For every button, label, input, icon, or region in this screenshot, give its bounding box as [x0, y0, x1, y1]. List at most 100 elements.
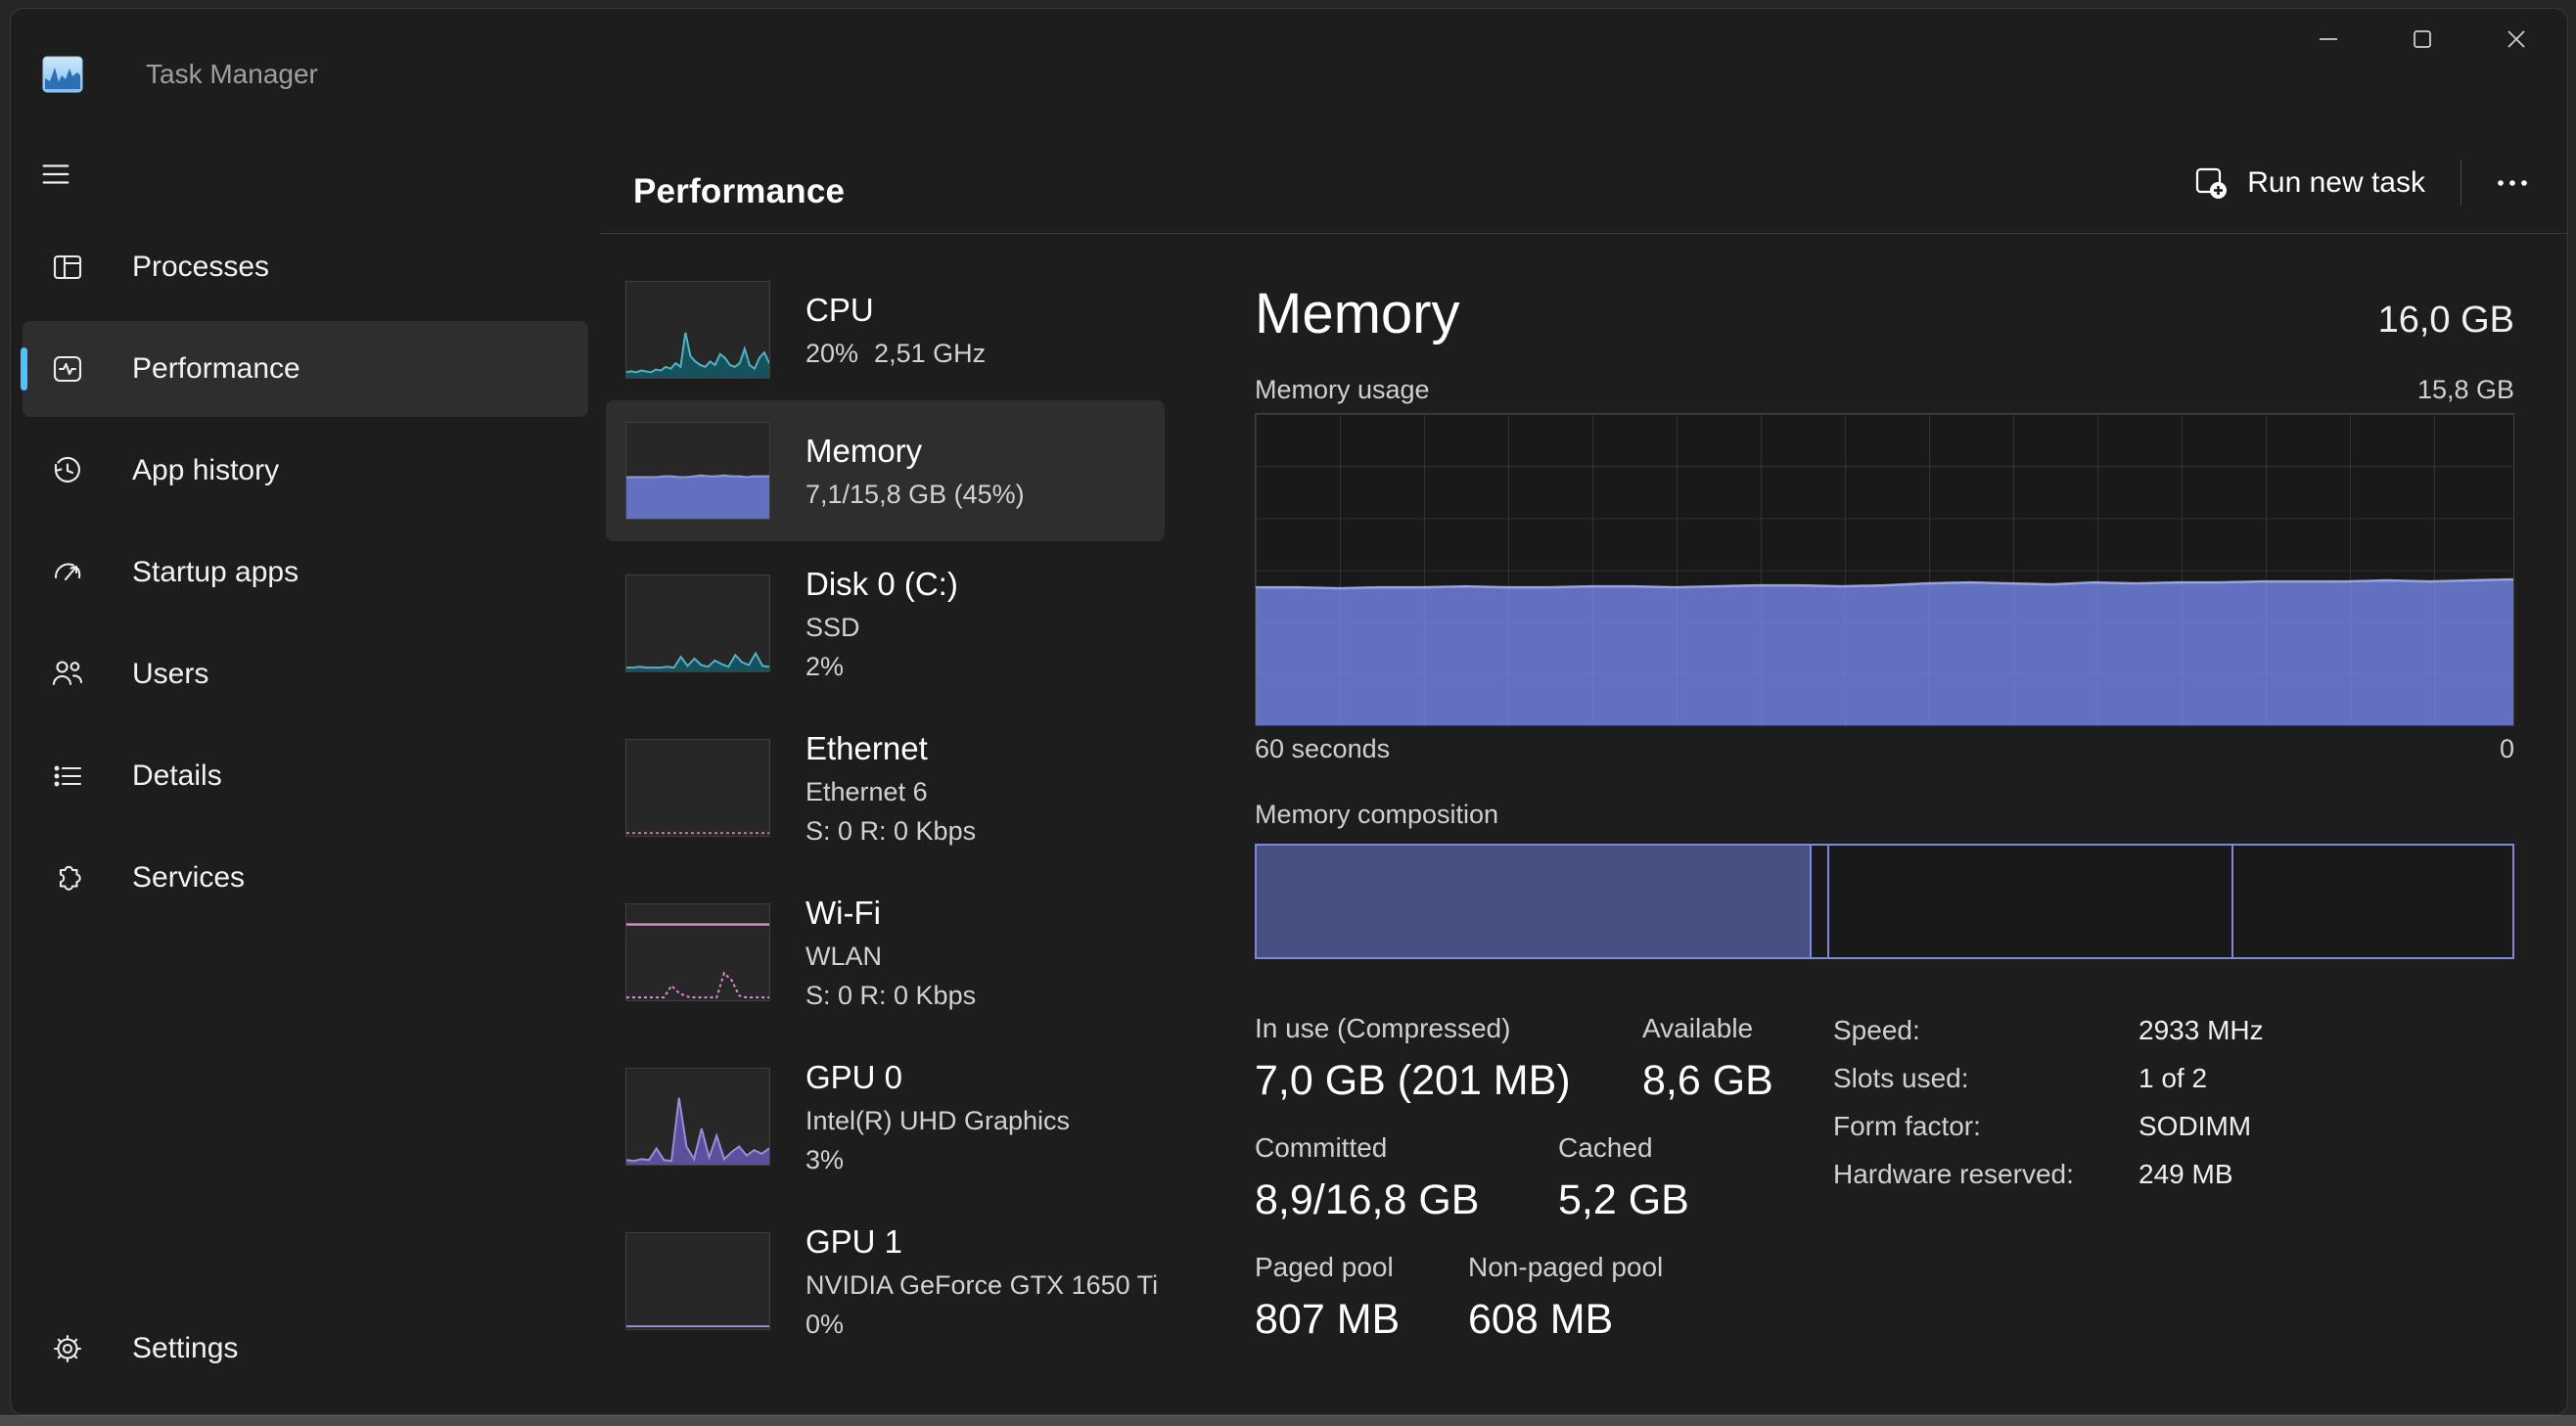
gpu1-sparkline [625, 1232, 770, 1330]
info-value: 1 of 2 [2139, 1062, 2207, 1095]
settings-gear-icon [48, 1329, 87, 1368]
info-form-factor: Form factor: SODIMM [1833, 1110, 2264, 1143]
perf-item-memory[interactable]: Memory 7,1/15,8 GB (45%) [606, 400, 1165, 541]
x-axis-right-label: 0 [2500, 734, 2514, 764]
info-hardware-reserved: Hardware reserved: 249 MB [1833, 1158, 2264, 1191]
maximize-icon [2409, 25, 2436, 53]
sidebar-nav: Processes Performance App history S [11, 219, 600, 1414]
sidebar-item-processes[interactable]: Processes [23, 219, 588, 315]
stat-label: In use (Compressed) [1255, 1012, 1642, 1045]
cpu-frequency: 2,51 GHz [874, 336, 986, 371]
ellipsis-icon [2491, 164, 2534, 202]
stat-value: 8,6 GB [1642, 1055, 1773, 1106]
sidebar-item-label: App history [132, 454, 279, 487]
ethernet-sparkline [625, 739, 770, 837]
stat-value: 608 MB [1468, 1294, 1663, 1345]
info-label: Form factor: [1833, 1110, 2139, 1143]
stat-label: Committed [1255, 1131, 1558, 1165]
gpu0-name: Intel(R) UHD Graphics [805, 1103, 1070, 1138]
minimize-button[interactable] [2281, 11, 2375, 68]
perf-item-text: GPU 1 NVIDIA GeForce GTX 1650 Ti 0% [805, 1220, 1158, 1342]
perf-item-sub: 20% 2,51 GHz [805, 336, 986, 371]
memory-sparkline [625, 422, 770, 520]
close-icon [2503, 25, 2530, 53]
sidebar-item-label: Processes [132, 251, 269, 284]
memory-composition-bar[interactable] [1255, 844, 2514, 959]
y-axis-max-label: 15,8 GB [2417, 375, 2514, 405]
close-button[interactable] [2469, 11, 2563, 68]
minimize-icon [2315, 25, 2342, 53]
perf-item-title: CPU [805, 289, 986, 332]
header-actions: Run new task [2179, 155, 2542, 211]
hardware-info: Speed: 2933 MHz Slots used: 1 of 2 Form … [1833, 1014, 2264, 1191]
perf-item-cpu[interactable]: CPU 20% 2,51 GHz [606, 259, 1165, 400]
gpu0-percent: 3% [805, 1142, 1070, 1177]
perf-item-text: CPU 20% 2,51 GHz [805, 289, 986, 371]
perf-item-disk0[interactable]: Disk 0 (C:) SSD 2% [606, 541, 1165, 706]
perf-item-title: Wi-Fi [805, 892, 976, 935]
stat-label: Available [1642, 1012, 1773, 1045]
stat-available: Available 8,6 GB [1642, 1012, 1773, 1106]
stat-value: 5,2 GB [1558, 1174, 1689, 1225]
cpu-sparkline [625, 281, 770, 379]
x-axis-left-label: 60 seconds [1255, 734, 1390, 764]
sidebar-item-label: Startup apps [132, 556, 299, 589]
wifi-sparkline [625, 903, 770, 1001]
detail-title: Memory [1255, 283, 1459, 345]
sidebar-item-settings[interactable]: Settings [23, 1301, 588, 1397]
memory-detail-pane: Memory 16,0 GB Memory usage 15,8 GB 60 s… [1171, 234, 2567, 1414]
composition-segment-standby [1829, 846, 2233, 957]
sidebar-item-performance[interactable]: Performance [23, 321, 588, 417]
desktop-background: { "window": { "title": "Task Manager", "… [0, 0, 2576, 1426]
wifi-throughput: S: 0 R: 0 Kbps [805, 978, 976, 1013]
app-history-icon [48, 451, 87, 490]
run-new-task-button[interactable]: Run new task [2179, 155, 2439, 211]
perf-item-text: GPU 0 Intel(R) UHD Graphics 3% [805, 1056, 1070, 1177]
memory-stats: In use (Compressed) 7,0 GB (201 MB) Avai… [1255, 1012, 2514, 1345]
composition-segment-free [2233, 846, 2512, 957]
selected-indicator [21, 347, 27, 391]
processes-icon [48, 248, 87, 287]
perf-item-gpu0[interactable]: GPU 0 Intel(R) UHD Graphics 3% [606, 1035, 1165, 1199]
sidebar-item-app-history[interactable]: App history [23, 423, 588, 519]
perf-item-wifi[interactable]: Wi-Fi WLAN S: 0 R: 0 Kbps [606, 870, 1165, 1035]
page-title: Performance [633, 172, 845, 211]
disk-sparkline [625, 575, 770, 672]
ethernet-adapter: Ethernet 6 [805, 774, 976, 809]
sidebar-item-label: Performance [132, 352, 300, 386]
titlebar: Task Manager [42, 56, 318, 93]
info-value: SODIMM [2139, 1110, 2251, 1143]
stats-row: Paged pool 807 MB Non-paged pool 608 MB [1255, 1251, 2514, 1345]
menu-toggle-button[interactable] [30, 151, 81, 198]
perf-item-title: Disk 0 (C:) [805, 563, 958, 606]
perf-item-ethernet[interactable]: Ethernet Ethernet 6 S: 0 R: 0 Kbps [606, 706, 1165, 870]
more-options-button[interactable] [2483, 161, 2542, 206]
run-new-task-label: Run new task [2247, 166, 2425, 200]
sidebar-item-services[interactable]: Services [23, 830, 588, 926]
taskbar-strip [0, 1415, 2576, 1426]
stat-committed: Committed 8,9/16,8 GB [1255, 1131, 1558, 1225]
sidebar-item-details[interactable]: Details [23, 728, 588, 824]
perf-item-text: Wi-Fi WLAN S: 0 R: 0 Kbps [805, 892, 976, 1013]
content-area: Performance Run new task [600, 9, 2567, 1414]
stat-non-paged-pool: Non-paged pool 608 MB [1468, 1251, 1663, 1345]
stat-paged-pool: Paged pool 807 MB [1255, 1251, 1468, 1345]
sidebar-item-label: Settings [132, 1332, 238, 1365]
perf-item-title: Memory [805, 430, 1025, 473]
stat-value: 807 MB [1255, 1294, 1468, 1345]
memory-usage-summary: 7,1/15,8 GB (45%) [805, 477, 1025, 512]
stat-cached: Cached 5,2 GB [1558, 1131, 1689, 1225]
users-icon [48, 655, 87, 694]
memory-usage-section-label: Memory usage [1255, 375, 1430, 405]
composition-segment-modified [1812, 846, 1829, 957]
stat-label: Non-paged pool [1468, 1251, 1663, 1284]
detail-header: Memory 16,0 GB [1255, 283, 2514, 345]
info-label: Speed: [1833, 1014, 2139, 1047]
maximize-button[interactable] [2375, 11, 2469, 68]
sidebar-item-users[interactable]: Users [23, 626, 588, 722]
perf-item-text: Ethernet Ethernet 6 S: 0 R: 0 Kbps [805, 727, 976, 849]
sidebar-item-label: Users [132, 658, 208, 691]
sidebar-item-startup-apps[interactable]: Startup apps [23, 525, 588, 621]
perf-item-title: GPU 1 [805, 1220, 1158, 1264]
perf-item-gpu1[interactable]: GPU 1 NVIDIA GeForce GTX 1650 Ti 0% [606, 1199, 1165, 1363]
